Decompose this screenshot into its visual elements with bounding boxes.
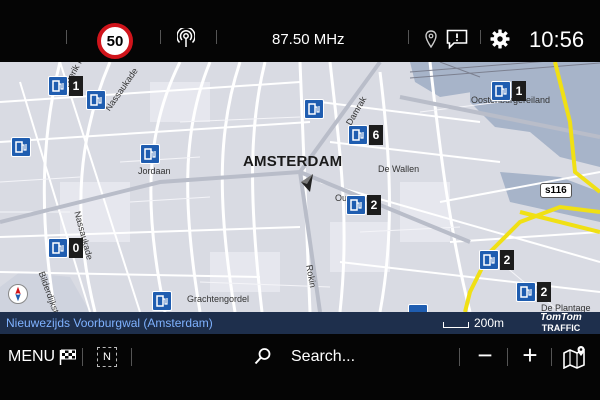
- ev-charger-icon: [479, 250, 499, 270]
- message-icon[interactable]: [446, 29, 468, 49]
- divider: [551, 348, 552, 366]
- divider: [82, 348, 83, 366]
- north-up-button[interactable]: N: [97, 347, 117, 367]
- cluster-count: 6: [369, 125, 383, 145]
- divider: [480, 30, 481, 44]
- scale-bar: [443, 322, 469, 328]
- ev-charger-icon: [11, 137, 31, 157]
- cluster-count: 2: [500, 250, 514, 270]
- cluster-count: 2: [367, 195, 381, 215]
- gear-icon[interactable]: [490, 29, 510, 49]
- ev-charger-icon: [48, 76, 68, 96]
- ev-charger-icon: [152, 291, 172, 311]
- zoom-in-button[interactable]: +: [519, 342, 541, 368]
- radio-broadcast-icon[interactable]: [177, 28, 195, 48]
- menu-button[interactable]: MENU: [8, 346, 77, 368]
- cluster-count: 0: [69, 238, 83, 258]
- speed-limit-sign: 50: [97, 23, 133, 59]
- navigation-map[interactable]: AMSTERDAM Frederik Hendrikstraat Nassauk…: [0, 62, 600, 312]
- divider: [160, 30, 161, 44]
- divider: [131, 348, 132, 366]
- charging-station[interactable]: [304, 99, 324, 119]
- charging-station[interactable]: [86, 90, 106, 110]
- info-strip: Nieuwezijds Voorburgwal (Amsterdam) 200m…: [0, 312, 600, 334]
- clock: 10:56: [529, 27, 585, 52]
- bottom-toolbar: MENU N Search... − +: [0, 334, 600, 400]
- divider: [459, 348, 460, 366]
- current-street-name: Nieuwezijds Voorburgwal (Amsterdam): [6, 316, 213, 330]
- ev-charger-icon: [348, 125, 368, 145]
- charging-station-cluster[interactable]: 6: [348, 125, 383, 145]
- tomtom-traffic-logo: TomTom TRAFFIC: [528, 312, 594, 334]
- checkered-flag-icon: [59, 349, 77, 365]
- radio-frequency[interactable]: 87.50 MHz: [272, 31, 345, 48]
- street-label: De Plantage: [541, 303, 591, 312]
- ev-charger-icon: [408, 304, 428, 312]
- divider: [507, 348, 508, 366]
- menu-label: MENU: [8, 348, 56, 365]
- charging-station[interactable]: [152, 291, 172, 311]
- charging-station-cluster[interactable]: 2: [479, 250, 514, 270]
- vehicle-position-icon: [301, 174, 313, 192]
- divider: [216, 30, 217, 44]
- cluster-count: 1: [69, 76, 83, 96]
- compass-icon[interactable]: [8, 284, 28, 304]
- divider: [66, 30, 67, 44]
- street-label: Grachtengordel: [187, 294, 250, 304]
- ev-charger-icon: [86, 90, 106, 110]
- search-button[interactable]: Search...: [291, 348, 355, 366]
- ev-charger-icon: [491, 81, 511, 101]
- logo-line: TRAFFIC: [541, 323, 581, 333]
- status-bar: 50 87.50 MHz 10:56: [0, 0, 600, 62]
- road-shield: s116: [540, 183, 572, 198]
- charging-station-cluster[interactable]: 1: [491, 81, 526, 101]
- ev-charger-icon: [48, 238, 68, 258]
- map-view-icon[interactable]: [562, 345, 588, 369]
- street-label: De Wallen: [378, 164, 420, 174]
- charging-station-cluster[interactable]: 0: [48, 238, 83, 258]
- scale-label: 200m: [474, 316, 505, 330]
- charging-station[interactable]: [140, 144, 160, 164]
- city-label: AMSTERDAM: [243, 153, 343, 170]
- charging-station[interactable]: [11, 137, 31, 157]
- ev-charger-icon: [304, 99, 324, 119]
- charging-station[interactable]: [408, 304, 428, 312]
- ev-charger-icon: [140, 144, 160, 164]
- cluster-count: 2: [537, 282, 551, 302]
- divider: [408, 30, 409, 44]
- ev-charger-icon: [516, 282, 536, 302]
- street-label: Jordaan: [138, 166, 171, 176]
- charging-station-cluster[interactable]: 2: [516, 282, 551, 302]
- location-pin-icon[interactable]: [425, 30, 437, 48]
- charging-station-cluster[interactable]: 1: [48, 76, 83, 96]
- charging-station-cluster[interactable]: 2: [346, 195, 381, 215]
- logo-line: TomTom: [540, 312, 582, 323]
- ev-charger-icon: [346, 195, 366, 215]
- cluster-count: 1: [512, 81, 526, 101]
- zoom-out-button[interactable]: −: [474, 342, 496, 368]
- search-icon[interactable]: [254, 347, 272, 365]
